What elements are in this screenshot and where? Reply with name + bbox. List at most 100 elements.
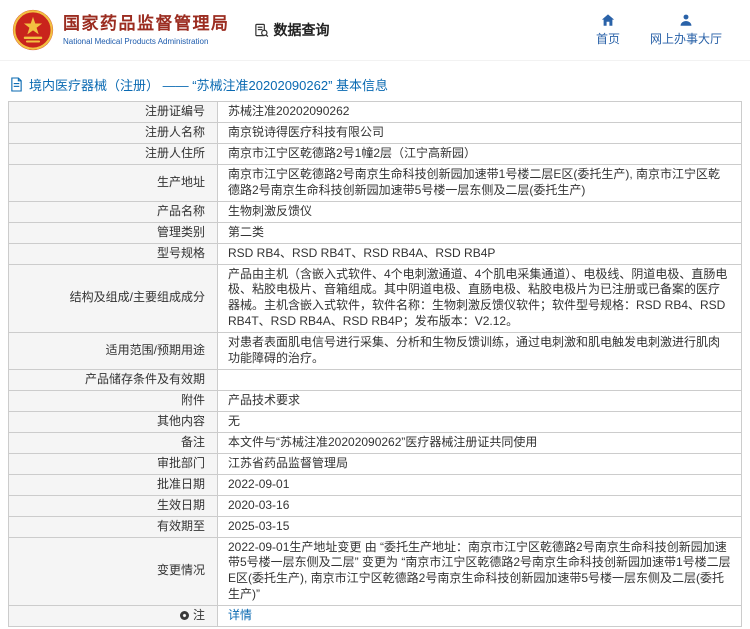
page-title: 境内医疗器械（注册） —— “苏械注准20202090262” 基本信息 (0, 61, 750, 101)
nav-service-hall-label: 网上办事大厅 (650, 30, 722, 47)
page-title-text: 境内医疗器械（注册） —— “苏械注准20202090262” 基本信息 (29, 75, 388, 94)
row-label-text: 批准日期 (157, 477, 205, 493)
row-label: 注册人名称 (9, 123, 218, 143)
row-label: 变更情况 (9, 538, 218, 605)
row-label-text: 注册证编号 (145, 104, 205, 120)
row-value: 产品技术要求 (218, 391, 741, 411)
brand-logo[interactable]: 国家药品监督管理局 National Medical Products Admi… (12, 9, 230, 51)
row-value-text: 2022-09-01生产地址变更 由 “委托生产地址：南京市江宁区乾德路2号南京… (228, 540, 731, 603)
row-label-text: 注 (193, 608, 205, 624)
nav-home-label: 首页 (596, 30, 620, 47)
row-value-text: 对患者表面肌电信号进行采集、分析和生物反馈训练，通过电刺激和肌电触发电刺激进行肌… (228, 335, 731, 367)
row-value-text: 无 (228, 414, 240, 430)
row-value-text: 生物刺激反馈仪 (228, 204, 312, 220)
row-label-text: 其他内容 (157, 414, 205, 430)
table-row: 结构及组成/主要组成成分产品由主机（含嵌入式软件、4个电刺激通道、4个肌电采集通… (9, 265, 741, 333)
detail-link[interactable]: 详情 (228, 608, 252, 624)
home-icon (601, 13, 615, 27)
table-row: 批准日期 2022-09-01 (9, 475, 741, 496)
nav-service-hall[interactable]: 网上办事大厅 (650, 13, 722, 47)
table-row: 有效期至 2025-03-15 (9, 517, 741, 538)
row-label-text: 管理类别 (157, 225, 205, 241)
table-row: 型号规格 RSD RB4、RSD RB4T、RSD RB4A、RSD RB4P (9, 244, 741, 265)
row-label: 产品名称 (9, 202, 218, 222)
row-label-text: 注册人名称 (145, 125, 205, 141)
row-label: 其他内容 (9, 412, 218, 432)
org-name-en: National Medical Products Administration (63, 37, 230, 46)
row-value: 详情 (218, 606, 741, 626)
table-row: 生效日期 2020-03-16 (9, 496, 741, 517)
nav-data-query[interactable]: 数据查询 (254, 20, 330, 40)
row-label: 附件 (9, 391, 218, 411)
row-label: 批准日期 (9, 475, 218, 495)
table-row: 其他内容 无 (9, 412, 741, 433)
row-value: 第二类 (218, 223, 741, 243)
table-row: 生产地址 南京市江宁区乾德路2号南京生命科技创新园加速带1号楼二层E区(委托生产)… (9, 165, 741, 202)
site-header: 国家药品监督管理局 National Medical Products Admi… (0, 0, 750, 61)
row-value-text: 第二类 (228, 225, 264, 241)
row-value (218, 370, 741, 390)
row-value-text: 2022-09-01 (228, 477, 289, 493)
row-value: 无 (218, 412, 741, 432)
nav-home[interactable]: 首页 (596, 13, 620, 47)
row-value-text: 南京市江宁区乾德路2号南京生命科技创新园加速带1号楼二层E区(委托生产), 南京… (228, 167, 731, 199)
row-value: 本文件与“苏械注准20202090262”医疗器械注册证共同使用 (218, 433, 741, 453)
table-row: 附件 产品技术要求 (9, 391, 741, 412)
data-query-label: 数据查询 (274, 20, 330, 40)
document-search-icon (254, 23, 269, 38)
row-value-text: 产品技术要求 (228, 393, 300, 409)
dot-icon (180, 611, 189, 620)
table-row: 管理类别 第二类 (9, 223, 741, 244)
row-value-text: 南京锐诗得医疗科技有限公司 (228, 125, 384, 141)
row-label-text: 生效日期 (157, 498, 205, 514)
table-row: 注册人名称 南京锐诗得医疗科技有限公司 (9, 123, 741, 144)
row-label: 注册证编号 (9, 102, 218, 122)
row-label-text: 适用范围/预期用途 (106, 343, 205, 359)
info-table: 注册证编号苏械注准20202090262注册人名称南京锐诗得医疗科技有限公司注册… (8, 101, 742, 627)
row-value: 南京市江宁区乾德路2号南京生命科技创新园加速带1号楼二层E区(委托生产), 南京… (218, 165, 741, 201)
row-value: 产品由主机（含嵌入式软件、4个电刺激通道、4个肌电采集通道）、电极线、阴道电极、… (218, 265, 741, 332)
table-row: 审批部门 江苏省药品监督管理局 (9, 454, 741, 475)
row-value-text: 2025-03-15 (228, 519, 289, 535)
row-value: 苏械注准20202090262 (218, 102, 741, 122)
row-label: 适用范围/预期用途 (9, 333, 218, 369)
table-row: 产品名称 生物刺激反馈仪 (9, 202, 741, 223)
row-label-text: 生产地址 (157, 175, 205, 191)
document-icon (10, 77, 23, 92)
row-label-text: 型号规格 (157, 246, 205, 262)
row-value-text: 南京市江宁区乾德路2号1幢2层（江宁高新园） (228, 146, 476, 162)
row-label: 有效期至 (9, 517, 218, 537)
row-value-text: 2020-03-16 (228, 498, 289, 514)
row-value-text: RSD RB4、RSD RB4T、RSD RB4A、RSD RB4P (228, 246, 495, 262)
table-row: 适用范围/预期用途 对患者表面肌电信号进行采集、分析和生物反馈训练，通过电刺激和肌… (9, 333, 741, 370)
row-label: 注 (9, 606, 218, 626)
person-icon (679, 13, 693, 27)
row-label: 管理类别 (9, 223, 218, 243)
row-value-text: 本文件与“苏械注准20202090262”医疗器械注册证共同使用 (228, 435, 537, 451)
table-row: 注 详情 (9, 606, 741, 626)
row-label-text: 附件 (181, 393, 205, 409)
row-value: 江苏省药品监督管理局 (218, 454, 741, 474)
row-label: 结构及组成/主要组成成分 (9, 265, 218, 332)
table-row: 注册人住所南京市江宁区乾德路2号1幢2层（江宁高新园） (9, 144, 741, 165)
row-label-text: 产品储存条件及有效期 (85, 372, 205, 388)
row-value-text: 苏械注准20202090262 (228, 104, 349, 120)
row-label-text: 有效期至 (157, 519, 205, 535)
row-label-text: 产品名称 (157, 204, 205, 220)
row-label-text: 审批部门 (157, 456, 205, 472)
top-nav: 首页 网上办事大厅 (596, 13, 736, 47)
row-label-text: 备注 (181, 435, 205, 451)
row-value: 南京锐诗得医疗科技有限公司 (218, 123, 741, 143)
row-value-text: 产品由主机（含嵌入式软件、4个电刺激通道、4个肌电采集通道）、电极线、阴道电极、… (228, 267, 731, 330)
row-label: 产品储存条件及有效期 (9, 370, 218, 390)
row-value: 南京市江宁区乾德路2号1幢2层（江宁高新园） (218, 144, 741, 164)
row-value: RSD RB4、RSD RB4T、RSD RB4A、RSD RB4P (218, 244, 741, 264)
org-name-cn: 国家药品监督管理局 (63, 14, 230, 34)
row-label: 型号规格 (9, 244, 218, 264)
row-value: 2020-03-16 (218, 496, 741, 516)
table-row: 变更情况 2022-09-01生产地址变更 由 “委托生产地址：南京市江宁区乾德路… (9, 538, 741, 606)
row-value: 2022-09-01 (218, 475, 741, 495)
table-row: 产品储存条件及有效期 (9, 370, 741, 391)
row-label-text: 变更情况 (157, 563, 205, 579)
row-value-text: 江苏省药品监督管理局 (228, 456, 348, 472)
